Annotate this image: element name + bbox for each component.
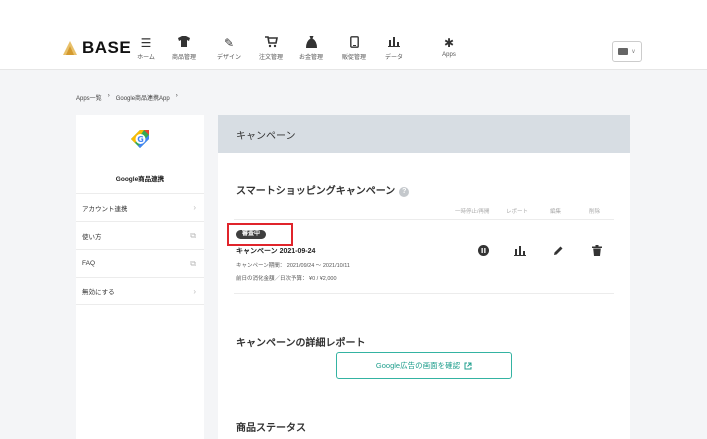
- pause-button[interactable]: [476, 245, 490, 259]
- nav-money[interactable]: お金管理: [291, 36, 331, 61]
- status-badge: 審査中: [236, 230, 267, 239]
- product-status-title: 商品ステータス: [236, 423, 306, 434]
- bar-chart-icon: [374, 36, 414, 50]
- chevron-right-icon: ›: [193, 203, 196, 212]
- base-logo[interactable]: BASE: [62, 38, 131, 58]
- delete-button[interactable]: [590, 245, 604, 259]
- trash-icon: [592, 245, 602, 256]
- panel-title: キャンペーン: [236, 130, 296, 142]
- column-delete: 削除: [589, 209, 601, 215]
- external-link-icon: ⧉: [190, 230, 196, 240]
- column-edit: 編集: [550, 209, 562, 215]
- nav-home[interactable]: ☰ ホーム: [126, 36, 166, 61]
- campaign-panel: キャンペーン スマートショッピングキャンペーン? 一時停止/再開 レポート 編集…: [218, 115, 630, 439]
- phone-icon: [334, 36, 374, 50]
- breadcrumb-separator: ›: [175, 93, 178, 99]
- chevron-down-icon: ∨: [631, 49, 636, 55]
- base-logo-icon: [63, 41, 77, 55]
- pause-icon: [477, 245, 489, 256]
- logo-text: BASE: [82, 38, 132, 57]
- shop-switcher-button[interactable]: ∨: [612, 41, 642, 62]
- external-link-icon: [464, 362, 472, 369]
- report-section-title: キャンペーンの詳細レポート: [236, 338, 366, 349]
- nav-products[interactable]: 商品管理: [164, 36, 204, 61]
- breadcrumb-separator: ›: [107, 93, 110, 99]
- panel-header: キャンペーン: [218, 115, 630, 153]
- money-bag-icon: [291, 36, 331, 50]
- breadcrumb-apps[interactable]: Apps一覧: [76, 93, 102, 102]
- nav-promotion[interactable]: 販促管理: [334, 36, 374, 61]
- cart-icon: [251, 36, 291, 50]
- bar-chart-icon: [514, 246, 526, 256]
- column-report: レポート: [506, 209, 529, 215]
- campaign-name: キャンペーン 2021-09-24: [236, 248, 316, 255]
- sidebar-item-disable[interactable]: 無効にする ›: [76, 277, 204, 305]
- external-link-icon: ⧉: [190, 258, 196, 268]
- divider: [234, 219, 614, 220]
- breadcrumb: Apps一覧 › Google商品連携App ›: [76, 93, 178, 102]
- open-google-ads-button[interactable]: Google広告の画面を確認: [336, 352, 512, 379]
- sidebar-title: Google商品連携: [115, 176, 165, 183]
- svg-text:G: G: [137, 135, 144, 144]
- menu-icon: ☰: [140, 36, 152, 50]
- nav-design[interactable]: ✎ デザイン: [209, 36, 249, 61]
- puzzle-icon: ✱: [443, 36, 455, 50]
- brush-icon: ✎: [223, 36, 235, 50]
- column-pause-resume: 一時停止/再開: [455, 209, 490, 215]
- pencil-icon: [553, 246, 562, 255]
- campaign-period: キャンペーン期間： 2021/09/24 〜 2021/10/11: [236, 263, 350, 269]
- chevron-right-icon: ›: [193, 286, 196, 296]
- divider: [234, 293, 614, 294]
- app-sidebar: G Google商品連携 アカウント連携 › 使い方 ⧉ FAQ ⧉ 無効にする…: [76, 115, 204, 439]
- report-button[interactable]: [513, 245, 527, 259]
- smart-shopping-title: スマートショッピングキャンペーン?: [236, 182, 410, 197]
- campaign-budget: 前日の消化金額／日次予算： ¥0 / ¥2,000: [236, 276, 337, 282]
- shop-icon: [618, 48, 629, 55]
- help-icon[interactable]: ?: [399, 187, 410, 197]
- sidebar-item-usage[interactable]: 使い方 ⧉: [76, 221, 204, 249]
- sidebar-item-faq[interactable]: FAQ ⧉: [76, 249, 204, 277]
- campaign-column-headers: 一時停止/再開 レポート 編集 削除: [218, 207, 630, 217]
- nav-orders[interactable]: 注文管理: [251, 36, 291, 61]
- nav-data[interactable]: データ: [374, 36, 414, 61]
- sidebar-item-account-link[interactable]: アカウント連携 ›: [76, 193, 204, 221]
- edit-button[interactable]: [551, 245, 565, 259]
- google-tag-logo-icon: G: [131, 130, 149, 148]
- top-bar: BASE ☰ ホーム 商品管理 ✎ デザイン 注文管理 お金管理 販促管理 デー…: [0, 0, 707, 70]
- shirt-icon: [164, 36, 204, 50]
- nav-apps[interactable]: ✱ Apps: [429, 36, 469, 58]
- breadcrumb-google-app[interactable]: Google商品連携App: [116, 93, 170, 102]
